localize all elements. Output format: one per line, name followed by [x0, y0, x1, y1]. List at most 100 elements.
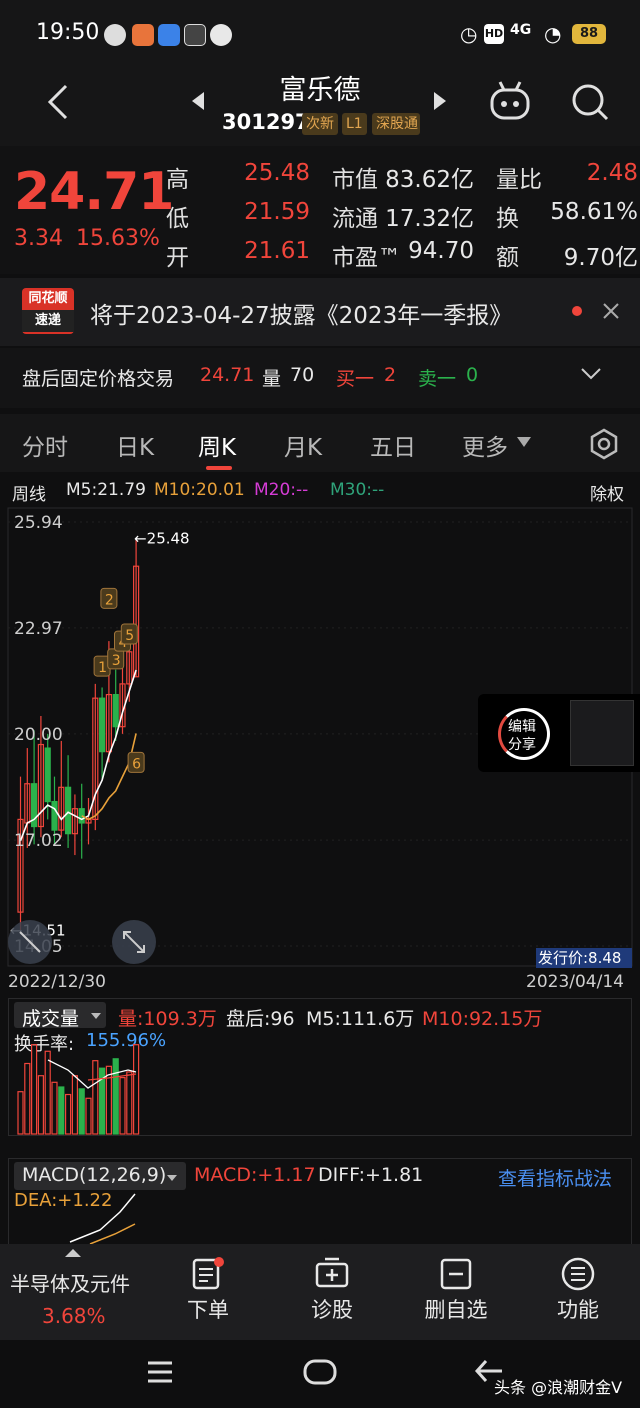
chevron-down-icon[interactable] [580, 366, 602, 382]
y-tick-label: 20.00 [14, 725, 63, 745]
status-time: 19:50 [36, 20, 100, 45]
macd-title: MACD(12,26,9) [22, 1164, 167, 1186]
ths-express-logo: 同花顺 速递 [22, 288, 74, 334]
sector-name[interactable]: 半导体及元件 [10, 1268, 130, 1297]
volume-bar [85, 1097, 92, 1135]
order-icon[interactable] [190, 1256, 226, 1292]
recent-apps-icon[interactable] [146, 1360, 174, 1384]
volume-bar [132, 1044, 140, 1135]
tag-shenzhen-connect: 深股通 [372, 113, 420, 135]
x-start-date: 2022/12/30 [8, 972, 106, 992]
remove-watchlist-icon[interactable] [438, 1256, 474, 1292]
tab-daily-k[interactable]: 日K [116, 428, 154, 462]
diagnose-button[interactable]: 诊股 [282, 1294, 382, 1324]
high-value: 25.48 [244, 160, 310, 186]
volume-after-hours: 盘后:96 [226, 1008, 295, 1030]
amount-value: 9.70亿 [563, 245, 638, 271]
remove-watchlist-button[interactable]: 删自选 [406, 1294, 506, 1324]
volume-bar [17, 1091, 24, 1135]
tab-weekly-k[interactable]: 周K [198, 428, 236, 462]
high-label: 高 [166, 167, 189, 193]
event-marker-label: 6 [132, 756, 141, 772]
function-button[interactable]: 功能 [528, 1294, 628, 1324]
tab-monthly-k[interactable]: 月K [284, 428, 322, 462]
diagnose-icon[interactable] [314, 1256, 350, 1292]
wifi-icon: ◔ [544, 22, 562, 46]
y-tick-label: 22.97 [14, 619, 63, 639]
price-change: 3.34 [14, 226, 63, 251]
candle-body [64, 786, 72, 835]
macd-dropdown-icon [167, 1175, 177, 1181]
after-hours-vol-label: 量 [262, 368, 282, 390]
volume-dropdown-icon [91, 1013, 101, 1019]
volume-bar [71, 1075, 79, 1135]
toutiao-icon [184, 24, 206, 46]
volume-bar [44, 1050, 51, 1135]
active-tab-indicator [206, 466, 232, 470]
logo-top-text: 同花顺 [28, 291, 68, 306]
low-label: 低 [166, 206, 189, 232]
volume-bar [126, 1071, 133, 1135]
tab-more[interactable]: 更多 [462, 428, 508, 462]
hd-icon: HD [484, 24, 504, 44]
volume-ma5-line [47, 1059, 137, 1089]
notice-text[interactable]: 将于2023-04-27披露《2023年一季报》 [90, 296, 512, 330]
volume-bar [92, 1060, 99, 1135]
watermark: 头条 @浪潮财金V [494, 1378, 623, 1397]
candle-body [112, 693, 119, 728]
robot-assistant-icon[interactable] [486, 80, 534, 122]
volume-bar [112, 1058, 119, 1135]
home-icon[interactable] [302, 1358, 338, 1386]
volume-bar [37, 1075, 44, 1135]
tag-l1: L1 [342, 113, 367, 135]
period-label: 周线 [12, 485, 46, 505]
volume-bar [51, 1081, 58, 1135]
volume-m5: M5:111.6万 [306, 1008, 415, 1030]
turnover-value: 58.61% [550, 199, 638, 225]
volume-bar [105, 1065, 113, 1135]
alipay-icon [158, 24, 180, 46]
volume-value: 量:109.3万 [118, 1008, 217, 1030]
volume-bar [64, 1093, 72, 1135]
search-icon[interactable] [570, 82, 610, 122]
volume-m10: M10:92.15万 [422, 1008, 543, 1030]
battery-icon: 88 [572, 24, 606, 44]
share-line1: 编辑 [508, 719, 536, 735]
volume-bar [31, 1044, 38, 1135]
more-dropdown-icon [517, 437, 531, 447]
chevron-up-icon[interactable] [64, 1248, 82, 1258]
high-price-label: ←25.48 [134, 529, 190, 547]
current-price: 24.71 [14, 162, 174, 222]
macd-diff: DIFF:+1.81 [318, 1164, 424, 1186]
stock-code: 301297 [222, 110, 310, 134]
issue-price-label: 发行价:8.48 [538, 949, 621, 967]
volume-bar [24, 1062, 31, 1135]
sell1-value: 0 [466, 364, 479, 386]
price-change-pct: 15.63% [76, 226, 160, 251]
screenshot-thumbnail[interactable] [570, 700, 634, 766]
settings-icon[interactable] [588, 428, 620, 460]
share-line2: 分享 [508, 737, 536, 753]
low-value: 21.59 [244, 199, 310, 225]
tab-intraday[interactable]: 分时 [22, 428, 68, 462]
after-hours-price: 24.71 [200, 364, 255, 386]
ma30-label: M30:-- [330, 480, 385, 500]
edit-share-popup[interactable]: 编辑 分享 [478, 694, 640, 772]
float-cap-label: 流通 [332, 206, 378, 232]
buy1-value: 2 [384, 364, 397, 386]
close-icon[interactable] [600, 300, 622, 322]
volume-ratio-value: 2.48 [586, 160, 638, 186]
tab-five-day[interactable]: 五日 [370, 428, 416, 462]
candle-body [44, 747, 51, 803]
indicator-strategy-link[interactable]: 查看指标战法 [498, 1164, 612, 1191]
sell1-label: 卖一 [418, 368, 457, 390]
next-stock-icon[interactable] [432, 90, 448, 112]
menu-icon[interactable] [560, 1256, 596, 1292]
turnover-label: 换 [496, 206, 519, 232]
adjust-toggle[interactable]: 除权 [590, 480, 624, 505]
order-button[interactable]: 下单 [158, 1294, 258, 1324]
event-marker-label: 5 [125, 628, 134, 644]
sector-change: 3.68% [42, 1304, 106, 1328]
pe-value: 94.70 [408, 238, 474, 264]
unread-dot [572, 306, 582, 316]
